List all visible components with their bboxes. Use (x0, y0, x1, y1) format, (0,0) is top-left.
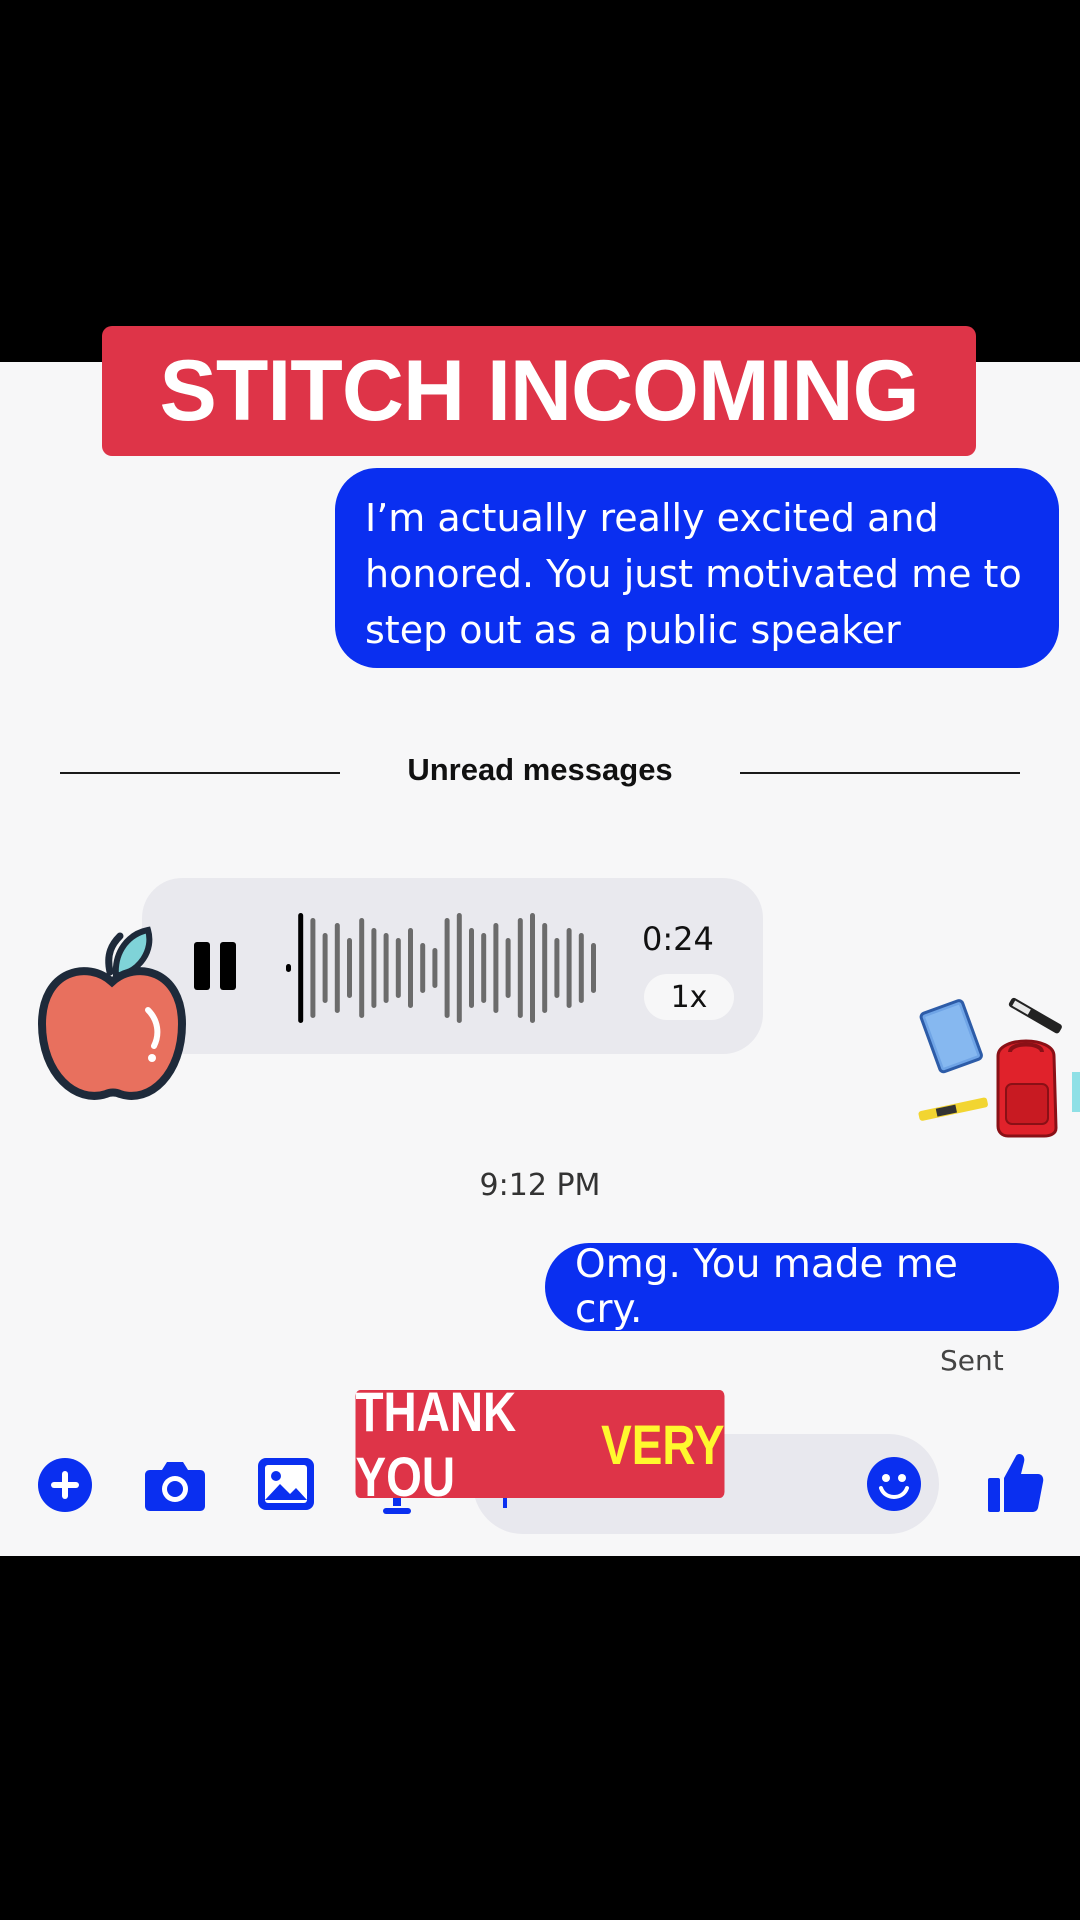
bottom-caption-banner: THANK YOU VERY (355, 1380, 725, 1508)
waveform-bar (334, 923, 340, 1013)
waveform-bar (395, 938, 401, 998)
bottom-caption-highlight: VERY (601, 1412, 725, 1476)
message-timestamp: 9:12 PM (479, 1168, 601, 1203)
waveform-bar (554, 938, 560, 998)
camera-icon[interactable] (144, 1458, 206, 1512)
waveform-bar (310, 918, 316, 1018)
waveform-bar (359, 918, 365, 1018)
waveform-bar (578, 933, 584, 1003)
waveform-bar (530, 913, 535, 1023)
gallery-icon[interactable] (256, 1456, 316, 1512)
waveform-bar (505, 938, 511, 998)
waveform-bar (517, 918, 523, 1018)
top-caption-text: STITCH INCOMING (159, 342, 920, 439)
waveform-bar (481, 933, 487, 1003)
message-text-2: Omg. You made me cry. (575, 1242, 958, 1332)
waveform-bar (469, 928, 474, 1008)
waveform-bar (347, 938, 352, 998)
waveform-bar (371, 928, 377, 1008)
school-supplies-sticker-icon (918, 997, 1080, 1138)
waveform-bar (493, 923, 499, 1013)
divider-line-right (740, 772, 1020, 774)
message-text: I’m actually really excited and honored.… (365, 496, 1022, 652)
apple-sticker-icon (37, 926, 187, 1100)
audio-waveform[interactable] (282, 908, 612, 1028)
waveform-bar (591, 943, 596, 993)
playback-speed-button[interactable]: 1x (644, 974, 734, 1020)
waveform-bar (322, 933, 328, 1003)
bottom-caption-white: THANK YOU (355, 1380, 517, 1508)
voice-message-bubble[interactable]: 0:24 1x (142, 878, 763, 1054)
thumbs-up-icon[interactable] (986, 1452, 1044, 1514)
smile-icon[interactable] (866, 1456, 922, 1512)
voice-duration: 0:24 (642, 920, 714, 958)
waveform-bar (432, 948, 438, 988)
outgoing-message-bubble-2[interactable]: Omg. You made me cry. (545, 1242, 1059, 1332)
waveform-bar (383, 933, 389, 1003)
top-caption-banner: STITCH INCOMING (102, 326, 976, 456)
waveform-bar (566, 928, 572, 1008)
outgoing-message-bubble[interactable]: I’m actually really excited and honored.… (335, 468, 1059, 668)
waveform-bar (286, 964, 291, 972)
waveform-bar (408, 928, 413, 1008)
waveform-bar (456, 913, 462, 1023)
waveform-bar (542, 923, 548, 1013)
waveform-bar (444, 918, 450, 1018)
plus-icon[interactable] (37, 1457, 93, 1513)
pause-icon[interactable] (194, 942, 236, 990)
waveform-bar (298, 913, 304, 1023)
delivery-status: Sent (940, 1344, 1004, 1377)
waveform-bar (420, 943, 426, 993)
divider-line-left (60, 772, 340, 774)
unread-divider-label: Unread messages (407, 752, 673, 787)
